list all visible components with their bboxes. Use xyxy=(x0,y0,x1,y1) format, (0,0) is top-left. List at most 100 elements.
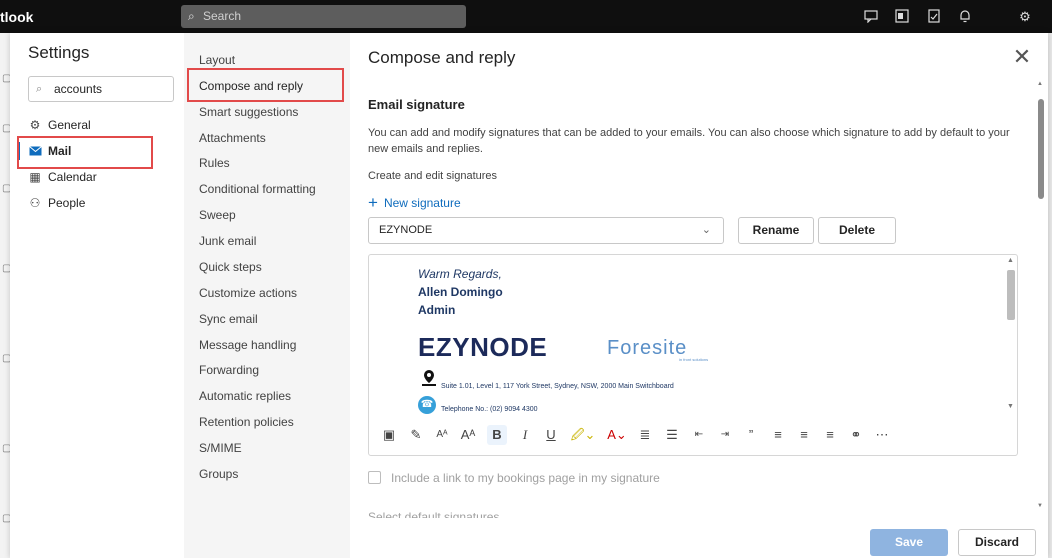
office-app-icon[interactable] xyxy=(894,9,910,25)
discard-button[interactable]: Discard xyxy=(958,529,1036,556)
subnav-retention-policies[interactable]: Retention policies xyxy=(199,409,294,435)
nav-label: Calendar xyxy=(48,170,97,184)
signature-dropdown[interactable]: EZYNODE ⌄ xyxy=(368,217,724,244)
settings-gear-icon[interactable]: ⚙ xyxy=(1017,9,1033,25)
nav-label: General xyxy=(48,118,91,132)
subnav-quick-steps[interactable]: Quick steps xyxy=(199,254,262,280)
settings-search-value: accounts xyxy=(54,82,103,96)
search-icon: ⌕ xyxy=(36,83,43,95)
compose-reply-panel: Compose and reply ✕ Email signature You … xyxy=(350,33,1048,558)
subnav-groups[interactable]: Groups xyxy=(199,461,238,487)
default-signatures-label: Select default signatures xyxy=(368,510,500,518)
bookings-checkbox[interactable] xyxy=(368,471,381,485)
app-title: tlook xyxy=(0,9,34,25)
save-button[interactable]: Save xyxy=(870,529,948,556)
signature-name: Allen Domingo xyxy=(418,285,503,299)
highlight-color-icon[interactable]: 🖉⌄ xyxy=(568,425,598,445)
highlight-box xyxy=(187,68,344,102)
font-size-decrease-icon[interactable]: Aᴬ xyxy=(432,425,452,445)
underline-icon[interactable]: U xyxy=(541,425,561,445)
decrease-indent-icon[interactable]: ⇤ xyxy=(689,425,709,445)
scroll-thumb[interactable] xyxy=(1038,99,1044,199)
subnav-forwarding[interactable]: Forwarding xyxy=(199,357,259,383)
bookings-checkbox-row[interactable]: Include a link to my bookings page in my… xyxy=(368,471,660,485)
signature-address: Suite 1.01, Level 1, 117 York Street, Sy… xyxy=(441,383,674,390)
close-button[interactable]: ✕ xyxy=(1009,45,1035,71)
italic-icon[interactable]: I xyxy=(515,425,535,445)
quote-icon[interactable]: ” xyxy=(741,425,761,445)
scroll-up-icon[interactable]: ▲ xyxy=(1037,81,1043,87)
subnav-attachments[interactable]: Attachments xyxy=(199,125,266,151)
signature-dropdown-value: EZYNODE xyxy=(379,224,433,236)
subnav-rules[interactable]: Rules xyxy=(199,150,230,176)
more-options-icon[interactable]: ⋯ xyxy=(872,425,892,445)
foresite-logo: Foresite xyxy=(607,337,688,359)
settings-search-input[interactable]: ⌕ accounts xyxy=(28,76,174,102)
subnav-junk-email[interactable]: Junk email xyxy=(199,228,256,254)
delete-button[interactable]: Delete xyxy=(818,217,896,244)
bold-icon[interactable]: B xyxy=(487,425,507,445)
align-left-icon[interactable]: ≡ xyxy=(768,425,788,445)
signature-greeting: Warm Regards, xyxy=(418,267,502,281)
people-icon: ⚇ xyxy=(29,196,41,210)
subnav-conditional-formatting[interactable]: Conditional formatting xyxy=(199,176,316,202)
editor-scrollbar[interactable]: ▲ ▼ xyxy=(1005,257,1017,413)
nav-people[interactable]: ⚇ People xyxy=(10,190,184,216)
search-icon: ⌕ xyxy=(188,9,195,23)
highlight-box xyxy=(17,136,153,169)
increase-indent-icon[interactable]: ⇥ xyxy=(715,425,735,445)
gear-icon: ⚙ xyxy=(29,118,41,132)
numbered-list-icon[interactable]: ☰ xyxy=(662,425,682,445)
scroll-up-icon[interactable]: ▲ xyxy=(1007,257,1014,264)
settings-title: Settings xyxy=(28,43,90,62)
settings-dialog: Settings ⌕ accounts ⚙ General Mail ▦ Cal… xyxy=(10,33,1048,558)
scroll-thumb[interactable] xyxy=(1007,270,1015,320)
scroll-down-icon[interactable]: ▼ xyxy=(1037,503,1043,509)
ezynode-logo: EZYNODE xyxy=(418,332,548,362)
signature-description: You can add and modify signatures that c… xyxy=(368,127,1010,155)
subnav-sweep[interactable]: Sweep xyxy=(199,202,236,228)
plus-icon: + xyxy=(368,193,378,212)
panel-scrollbar[interactable]: ▲ ▼ xyxy=(1036,81,1046,511)
settings-categories: Settings ⌕ accounts ⚙ General Mail ▦ Cal… xyxy=(10,33,184,558)
chevron-down-icon: ⌄ xyxy=(701,224,711,236)
rename-button[interactable]: Rename xyxy=(738,217,814,244)
section-title: Email signature xyxy=(368,97,465,112)
subnav-smime[interactable]: S/MIME xyxy=(199,435,242,461)
signature-role: Admin xyxy=(418,303,456,317)
bookings-label: Include a link to my bookings page in my… xyxy=(391,471,660,485)
font-color-icon[interactable]: A⌄ xyxy=(602,425,632,445)
align-right-icon[interactable]: ≡ xyxy=(820,425,840,445)
subnav-customize-actions[interactable]: Customize actions xyxy=(199,280,297,306)
new-signature-label: New signature xyxy=(383,196,461,210)
page-title: Compose and reply xyxy=(368,48,516,67)
align-center-icon[interactable]: ≡ xyxy=(794,425,814,445)
close-icon: ✕ xyxy=(1012,44,1032,69)
align-menu-icon[interactable]: ≣ xyxy=(635,425,655,445)
mail-subcategories: Layout Compose and reply Smart suggestio… xyxy=(184,33,350,558)
signature-phone: Telephone No.: (02) 9094 4300 xyxy=(441,406,538,413)
subnav-message-handling[interactable]: Message handling xyxy=(199,332,296,358)
bell-icon[interactable] xyxy=(957,9,973,25)
tasks-icon[interactable] xyxy=(926,9,942,25)
top-search-placeholder: Search xyxy=(203,9,242,23)
nav-general[interactable]: ⚙ General xyxy=(10,112,184,138)
subnav-automatic-replies[interactable]: Automatic replies xyxy=(199,383,291,409)
scroll-down-icon[interactable]: ▼ xyxy=(1007,403,1014,410)
dialog-footer: Save Discard xyxy=(350,522,1048,558)
nav-label: People xyxy=(48,196,86,210)
insert-image-icon[interactable]: ▣ xyxy=(379,425,399,445)
location-pin-icon xyxy=(422,369,436,387)
link-icon[interactable]: ⚭ xyxy=(846,425,866,445)
font-size-increase-icon[interactable]: Aᴬ xyxy=(458,425,478,445)
format-painter-icon[interactable]: ✎ xyxy=(406,425,426,445)
top-search-box[interactable]: ⌕ Search xyxy=(181,5,466,28)
new-signature-button[interactable]: + New signature xyxy=(368,192,461,212)
subnav-smart-suggestions[interactable]: Smart suggestions xyxy=(199,99,298,125)
subnav-sync-email[interactable]: Sync email xyxy=(199,306,258,332)
feedback-icon[interactable] xyxy=(863,9,879,25)
signature-content[interactable]: Warm Regards, Allen Domingo Admin EZYNOD… xyxy=(369,255,1005,415)
phone-icon: ☎ xyxy=(418,396,436,414)
signature-editor[interactable]: Warm Regards, Allen Domingo Admin EZYNOD… xyxy=(368,254,1018,456)
create-edit-label: Create and edit signatures xyxy=(368,170,498,182)
